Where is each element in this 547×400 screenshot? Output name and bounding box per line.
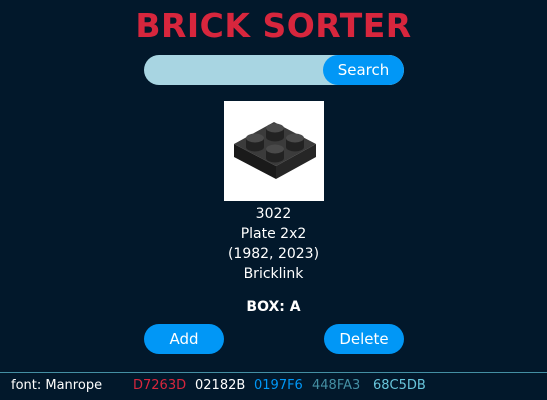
- color-swatch-teal: 448FA3: [312, 378, 361, 393]
- part-image: [224, 101, 324, 201]
- part-name: Plate 2x2: [240, 226, 307, 242]
- box-label: BOX: A: [246, 299, 301, 315]
- app-title: BRICK SORTER: [135, 6, 412, 45]
- part-years: (1982, 2023): [227, 246, 320, 262]
- delete-button[interactable]: Delete: [324, 324, 404, 354]
- part-source: Bricklink: [243, 266, 304, 282]
- color-swatch-cyan: 68C5DB: [373, 378, 426, 393]
- color-swatch-blue: 0197F6: [254, 378, 303, 393]
- font-label: font: Manrope: [11, 378, 103, 393]
- add-button[interactable]: Add: [144, 324, 224, 354]
- color-swatch-red: D7263D: [133, 378, 187, 393]
- part-number: 3022: [255, 206, 292, 222]
- search-bar: Search: [144, 55, 404, 85]
- style-footer: font: Manrope D7263D 02182B 0197F6 448FA…: [0, 372, 547, 400]
- search-input[interactable]: [144, 55, 334, 85]
- part-info: 3022 Plate 2x2 (1982, 2023) Bricklink: [0, 204, 547, 284]
- lego-plate-2x2-icon: [234, 122, 316, 179]
- color-swatch-navy: 02182B: [195, 378, 246, 393]
- search-button[interactable]: Search: [323, 55, 404, 85]
